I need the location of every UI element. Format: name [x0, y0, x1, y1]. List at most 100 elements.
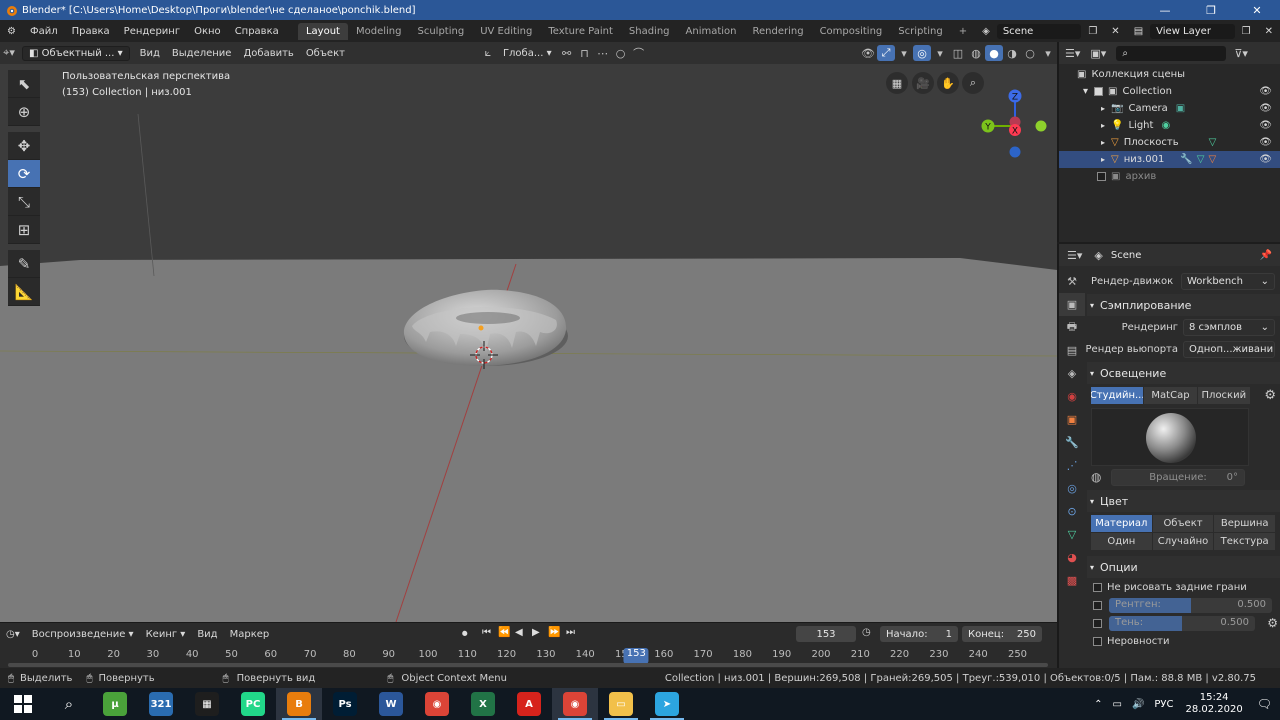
- solid-shading-icon[interactable]: ●: [985, 45, 1003, 61]
- outliner-row-scene-collection[interactable]: ▣ Коллекция сцены: [1059, 66, 1280, 83]
- play-reverse-button[interactable]: ◀: [515, 627, 523, 638]
- select-box-tool[interactable]: ⬉: [8, 70, 40, 98]
- snap-icon[interactable]: ⊓: [576, 45, 594, 61]
- annotate-tool[interactable]: ✎: [8, 250, 40, 278]
- shadow-slider[interactable]: Тень: 0.500: [1109, 615, 1255, 631]
- play-button[interactable]: ▶: [532, 627, 540, 638]
- texture-tab-icon[interactable]: ▩: [1059, 569, 1085, 592]
- output-tab-icon[interactable]: 🖶: [1059, 316, 1085, 339]
- viewport-menu-view[interactable]: Вид: [134, 48, 166, 59]
- sampling-section-header[interactable]: ▾ Сэмплирование: [1087, 294, 1280, 316]
- color-vertex-button[interactable]: Вершина: [1214, 515, 1276, 532]
- collection-checkbox[interactable]: [1097, 172, 1106, 181]
- view-layer-field[interactable]: View Layer: [1150, 23, 1235, 39]
- taskbar-app-photoshop[interactable]: Ps: [322, 688, 368, 720]
- tab-rendering[interactable]: Rendering: [745, 23, 812, 40]
- keying-menu[interactable]: Кеинг ▾: [140, 629, 192, 640]
- outliner-search-input[interactable]: ⌕: [1116, 45, 1227, 61]
- tab-sculpting[interactable]: Sculpting: [409, 23, 472, 40]
- world-space-icon[interactable]: ◍: [1091, 470, 1101, 484]
- taskbar-search-button[interactable]: ⌕: [46, 688, 92, 720]
- collection-checkbox[interactable]: [1094, 87, 1104, 96]
- timeline-editor-icon[interactable]: ◷▾: [0, 629, 26, 640]
- render-tab-icon[interactable]: ▣: [1059, 293, 1085, 316]
- scene-name-field[interactable]: Scene: [996, 23, 1082, 39]
- shadow-checkbox[interactable]: [1093, 618, 1102, 628]
- jump-start-button[interactable]: ⏮: [482, 627, 491, 638]
- options-section-header[interactable]: ▾ Опции: [1087, 556, 1280, 578]
- gizmo-icon[interactable]: ⤢: [877, 45, 895, 61]
- taskbar-app-telegram[interactable]: ➤: [644, 688, 690, 720]
- taskbar-app-chrome-2[interactable]: ◉: [552, 688, 598, 720]
- gizmo-dropdown-icon[interactable]: ▾: [895, 45, 913, 61]
- pin-icon[interactable]: 📌: [1260, 250, 1272, 261]
- taskbar-app-pycharm[interactable]: PC: [230, 688, 276, 720]
- object-tab-icon[interactable]: ▣: [1059, 408, 1085, 431]
- delete-scene-icon[interactable]: ✕: [1104, 26, 1126, 37]
- taskbar-app-excel[interactable]: X: [460, 688, 506, 720]
- new-scene-icon[interactable]: ❐: [1081, 26, 1104, 37]
- cavity-checkbox[interactable]: [1093, 636, 1102, 646]
- cursor-tool[interactable]: ⊕: [8, 98, 40, 126]
- tab-shading[interactable]: Shading: [621, 23, 678, 40]
- tab-animation[interactable]: Animation: [678, 23, 745, 40]
- view-layer-tab-icon[interactable]: ▤: [1059, 339, 1085, 362]
- color-material-button[interactable]: Материал: [1091, 515, 1152, 532]
- pan-view-button[interactable]: ✋: [937, 72, 959, 94]
- zoom-view-button[interactable]: ⌕: [962, 72, 984, 94]
- outliner-row-camera[interactable]: ▸ 📷 Camera ▣ 👁: [1059, 100, 1280, 117]
- 3d-viewport[interactable]: ⌖▾ ◧ Объектный ... ▾ Вид Выделение Добав…: [0, 42, 1057, 622]
- start-button[interactable]: [0, 688, 46, 720]
- tab-uv-editing[interactable]: UV Editing: [472, 23, 540, 40]
- modifier-tab-icon[interactable]: 🔧: [1059, 431, 1085, 454]
- lighting-flat-button[interactable]: Плоский: [1197, 386, 1250, 404]
- maximize-button[interactable]: ❐: [1188, 0, 1234, 20]
- toggle-grid-view-button[interactable]: ▦: [886, 72, 908, 94]
- xray-toggle-icon[interactable]: ◫: [949, 45, 967, 61]
- transform-orientation-dropdown[interactable]: Глоба... ▾: [497, 48, 558, 59]
- close-window-button[interactable]: ✕: [1234, 0, 1280, 20]
- frame-start-field[interactable]: Начало: 1: [880, 626, 958, 642]
- expand-arrow-icon[interactable]: ▸: [1101, 155, 1105, 164]
- xray-checkbox[interactable]: [1093, 600, 1102, 610]
- measure-tool[interactable]: 📐: [8, 278, 40, 306]
- properties-editor-icon[interactable]: ☰▾: [1067, 249, 1082, 262]
- color-random-button[interactable]: Случайно: [1152, 533, 1214, 550]
- eye-icon[interactable]: 👁: [1259, 154, 1272, 165]
- rotate-tool[interactable]: ⟳: [8, 160, 40, 188]
- editor-type-icon[interactable]: ⌖▾: [0, 45, 18, 61]
- menu-help[interactable]: Справка: [228, 26, 286, 37]
- taskbar-app-calendar[interactable]: 321: [138, 688, 184, 720]
- network-icon[interactable]: ▭: [1112, 699, 1121, 710]
- viewport-menu-object[interactable]: Объект: [300, 48, 351, 59]
- tab-scripting[interactable]: Scripting: [890, 23, 950, 40]
- expand-arrow-icon[interactable]: ▸: [1101, 138, 1105, 147]
- notifications-icon[interactable]: 🗨: [1257, 697, 1272, 711]
- lighting-studio-button[interactable]: Студийн...: [1091, 386, 1144, 404]
- volume-icon[interactable]: 🔊: [1132, 699, 1144, 710]
- jump-end-button[interactable]: ⏭: [566, 627, 575, 638]
- lighting-matcap-button[interactable]: MatCap: [1144, 386, 1197, 404]
- eye-icon[interactable]: 👁: [1259, 103, 1272, 114]
- particles-tab-icon[interactable]: ⋰: [1059, 454, 1085, 477]
- studio-light-preview[interactable]: [1091, 408, 1249, 466]
- object-mode-dropdown[interactable]: ◧ Объектный ... ▾: [22, 45, 130, 61]
- menu-render[interactable]: Рендеринг: [117, 26, 187, 37]
- filter-icon[interactable]: ⊽▾: [1234, 47, 1248, 60]
- tray-chevron-icon[interactable]: ⌃: [1094, 699, 1102, 710]
- render-samples-dropdown[interactable]: 8 сэмплов ⌄: [1183, 318, 1275, 336]
- outliner-row-archive[interactable]: ▣ архив: [1059, 168, 1280, 185]
- gear-icon[interactable]: ⚙: [1267, 616, 1278, 630]
- prev-keyframe-button[interactable]: ⏪: [498, 627, 510, 638]
- delete-view-layer-icon[interactable]: ✕: [1258, 26, 1280, 37]
- timeline-ruler[interactable]: 0102030405060708090100110120130140150160…: [0, 647, 1057, 667]
- backface-culling-checkbox[interactable]: [1093, 582, 1102, 592]
- viewport-samples-dropdown[interactable]: Одноп...живани⌄: [1183, 340, 1275, 358]
- outliner-row-collection[interactable]: ▾ ▣ Collection 👁: [1059, 83, 1280, 100]
- pivot-point-icon[interactable]: ⚯: [558, 45, 576, 61]
- transform-tool[interactable]: ⊞: [8, 216, 40, 244]
- move-tool[interactable]: ✥: [8, 132, 40, 160]
- proportional-edit-icon[interactable]: ○: [612, 45, 630, 61]
- expand-arrow-icon[interactable]: ▸: [1101, 104, 1105, 113]
- shading-dropdown-icon[interactable]: ▾: [1039, 45, 1057, 61]
